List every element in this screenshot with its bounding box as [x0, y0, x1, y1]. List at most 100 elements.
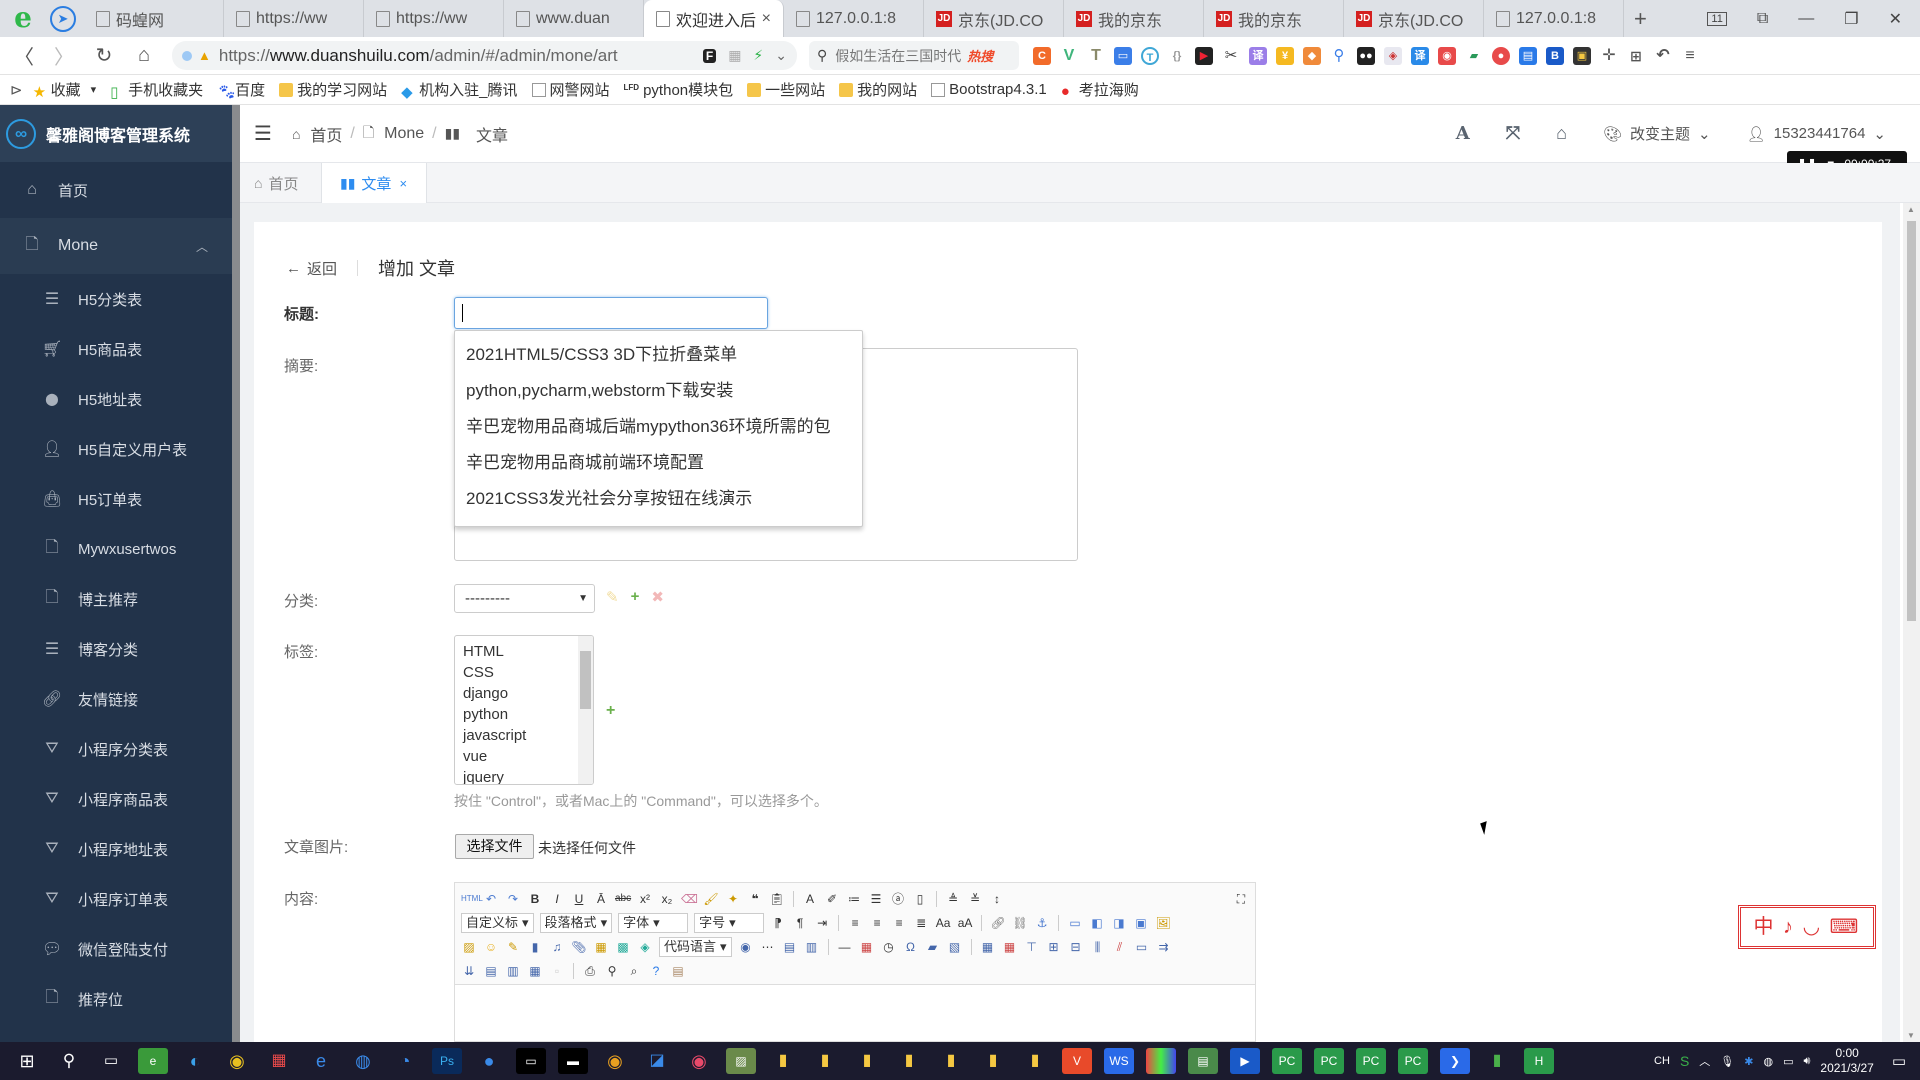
- tag-option[interactable]: jquery: [455, 767, 593, 784]
- font-border-icon[interactable]: Ā: [593, 891, 609, 907]
- clear-doc-icon[interactable]: ▯: [912, 891, 928, 907]
- taskbar-app-vs[interactable]: V: [1062, 1048, 1092, 1074]
- page-break-icon[interactable]: ⋯: [760, 939, 776, 955]
- indent-icon[interactable]: ⇥: [814, 915, 830, 931]
- table-extension-icon[interactable]: ▤: [1519, 46, 1537, 65]
- taskbar-folder[interactable]: ▮: [768, 1048, 798, 1074]
- tray-battery-icon[interactable]: ▭: [1783, 1055, 1793, 1068]
- print-icon[interactable]: ⎙: [582, 963, 598, 979]
- bookmark-item[interactable]: 我的学习网站: [279, 79, 387, 100]
- bookmark-item[interactable]: 网警网站: [531, 79, 610, 100]
- insert-video-icon[interactable]: ▮: [527, 939, 543, 955]
- horizontal-rule-icon[interactable]: —: [837, 939, 853, 955]
- font-size-select[interactable]: 字号 ▾: [694, 913, 765, 933]
- forward-button[interactable]: 〉: [44, 41, 84, 70]
- align-justify-icon[interactable]: ≣: [913, 915, 929, 931]
- hot-search-label[interactable]: 热搜: [967, 46, 993, 65]
- scrollbar-thumb[interactable]: [1907, 221, 1916, 621]
- word-count-icon[interactable]: ▧: [947, 939, 963, 955]
- split-cols-icon[interactable]: ▦: [527, 963, 543, 979]
- row-spacing-bottom-icon[interactable]: ≚: [967, 891, 983, 907]
- paste-text-icon[interactable]: 📋︎: [769, 891, 785, 907]
- close-tab-icon[interactable]: ×: [762, 10, 771, 28]
- background-icon[interactable]: ▤: [782, 939, 798, 955]
- insert-frame-icon[interactable]: ▦: [593, 939, 609, 955]
- sidebar-item[interactable]: 👤︎ H5自定义用户表: [0, 424, 232, 474]
- date-icon[interactable]: ▦: [859, 939, 875, 955]
- taskbar-app-console[interactable]: ▬: [558, 1048, 588, 1074]
- taskbar-app-recorder[interactable]: ◉: [684, 1048, 714, 1074]
- format-brush-icon[interactable]: 🖌︎: [703, 891, 719, 907]
- flag-extension-icon[interactable]: ▰: [1465, 47, 1483, 65]
- json-extension-icon[interactable]: {}: [1168, 47, 1186, 65]
- browser-tab[interactable]: 127.0.0.1:8: [784, 0, 924, 37]
- sidebar-item[interactable]: 🗋 Mywxusertwos: [0, 524, 232, 574]
- vue-devtools-icon[interactable]: V: [1060, 47, 1078, 65]
- csdn-extension-icon[interactable]: C: [1033, 46, 1051, 65]
- home-button[interactable]: ⌂: [124, 44, 164, 67]
- insert-row-icon[interactable]: ⊞: [1046, 939, 1062, 955]
- taskbar-app-photoshop[interactable]: Ps: [432, 1048, 462, 1074]
- direction-rtl-icon[interactable]: ¶: [792, 915, 808, 931]
- tray-sogou-icon[interactable]: S: [1680, 1053, 1689, 1069]
- bookmark-item[interactable]: 我的网站: [839, 79, 917, 100]
- move-icon[interactable]: ✛: [1600, 47, 1618, 65]
- strikethrough-icon[interactable]: abc: [615, 891, 631, 907]
- bootstrap-extension-icon[interactable]: B: [1546, 46, 1564, 65]
- align-left-icon[interactable]: ≡: [847, 915, 863, 931]
- merge-cells-icon[interactable]: ▭: [1134, 939, 1150, 955]
- split-rows-icon[interactable]: ▥: [505, 963, 521, 979]
- anchor-icon[interactable]: ⚓: [1034, 915, 1050, 931]
- auto-format-icon[interactable]: ✦: [725, 891, 741, 907]
- taskbar-app-sync[interactable]: ◔: [390, 1048, 420, 1074]
- autocomplete-option[interactable]: python,pycharm,webstorm下载安装: [455, 373, 862, 409]
- taskbar-app-image[interactable]: ▨: [726, 1048, 756, 1074]
- sidebar-item[interactable]: ☰ H5分类表: [0, 274, 232, 324]
- bold-icon[interactable]: B: [527, 891, 543, 907]
- image-left-icon[interactable]: ◧: [1089, 915, 1105, 931]
- magnifier-extension-icon[interactable]: ⚲: [1330, 47, 1348, 65]
- to-lowercase-icon[interactable]: aA: [957, 915, 973, 931]
- taskbar-app-browser[interactable]: e: [138, 1048, 168, 1074]
- breadcrumb-item[interactable]: 首页: [310, 122, 342, 146]
- align-center-icon[interactable]: ≡: [869, 915, 885, 931]
- scroll-up-icon[interactable]: ▲: [1907, 205, 1915, 214]
- font-color-icon[interactable]: A: [802, 891, 818, 907]
- bookmark-item[interactable]: Bootstrap4.3.1: [931, 81, 1047, 98]
- tray-expand-icon[interactable]: ︿: [1699, 1053, 1710, 1069]
- taskbar-folder[interactable]: ▮: [852, 1048, 882, 1074]
- taskbar-app-chrome[interactable]: ◉: [222, 1048, 252, 1074]
- taskbar-app-colors[interactable]: [1146, 1048, 1176, 1074]
- word-image-icon[interactable]: ▥: [804, 939, 820, 955]
- browser-tab[interactable]: 欢迎进入后 ×: [644, 0, 784, 37]
- taskbar-app-h[interactable]: H: [1524, 1048, 1554, 1074]
- qr-code-icon[interactable]: ▦: [728, 47, 741, 64]
- game-extension-icon[interactable]: ◆: [1303, 46, 1321, 65]
- fullscreen-icon[interactable]: ⤧: [1506, 123, 1520, 144]
- sidebar-group-mone[interactable]: 🗋 Mone ︿: [0, 218, 232, 274]
- split-cells-icon[interactable]: ▤: [483, 963, 499, 979]
- taskbar-app-skype[interactable]: ●: [474, 1048, 504, 1074]
- chart-icon[interactable]: ▫: [549, 963, 565, 979]
- taskbar-app-files[interactable]: ◪: [642, 1048, 672, 1074]
- tab-count-badge[interactable]: 11: [1707, 11, 1727, 26]
- help-icon[interactable]: ?: [648, 963, 664, 979]
- bookmark-item[interactable]: ◆ 机构入驻_腾讯: [401, 79, 517, 101]
- video-extension-icon[interactable]: ▶: [1195, 46, 1213, 65]
- taskbar-clock[interactable]: 0:00 2021/3/27: [1820, 1046, 1873, 1076]
- chevron-down-icon[interactable]: ⌄: [775, 47, 787, 64]
- scissors-icon[interactable]: ✂: [1222, 47, 1240, 65]
- delete-table-icon[interactable]: ▦: [1002, 939, 1018, 955]
- to-uppercase-icon[interactable]: Aa: [935, 915, 951, 931]
- image-right-icon[interactable]: ◨: [1111, 915, 1127, 931]
- close-icon[interactable]: ×: [399, 176, 407, 191]
- insert-table-icon[interactable]: ▦: [980, 939, 996, 955]
- site-info-icon[interactable]: [182, 50, 192, 61]
- taskbar-folder[interactable]: ▮: [810, 1048, 840, 1074]
- breadcrumb-item[interactable]: Mone: [384, 125, 424, 143]
- sidebar-item[interactable]: 🗋 推荐位: [0, 974, 232, 1024]
- bookmark-item[interactable]: ★ 收藏 ▾: [33, 79, 97, 101]
- menu-icon[interactable]: ≡: [1681, 47, 1699, 65]
- image-none-icon[interactable]: ▭: [1067, 915, 1083, 931]
- menu-toggle-icon[interactable]: ☰: [254, 121, 272, 146]
